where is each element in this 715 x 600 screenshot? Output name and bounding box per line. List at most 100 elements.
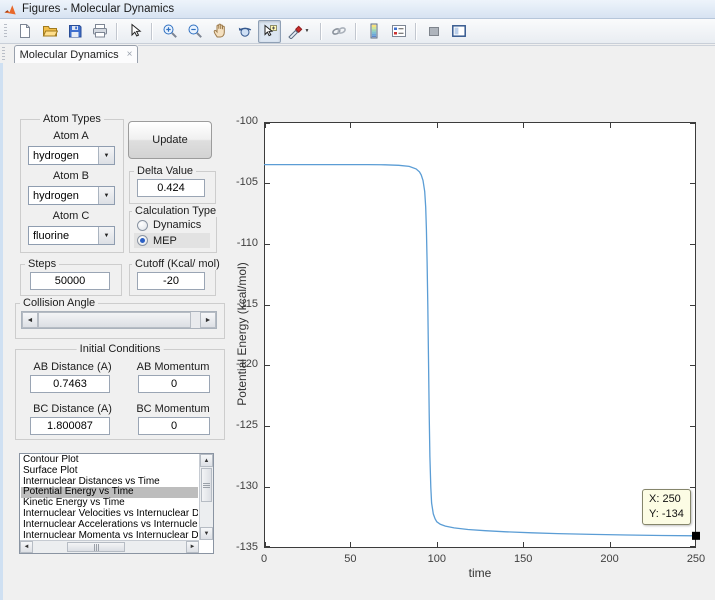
toolbar-separator [116, 23, 118, 40]
radio-mep-label: MEP [153, 235, 177, 247]
atom-c-value: fluorine [29, 227, 98, 244]
tab-label: Molecular Dynamics [20, 49, 119, 61]
zoom-in-button[interactable] [158, 20, 181, 43]
colorbar-icon [366, 23, 382, 39]
zoom-in-icon [162, 23, 178, 39]
brush-icon [287, 23, 303, 39]
bc-distance-label: BC Distance (A) [25, 403, 120, 415]
atom-types-title: Atom Types [40, 113, 104, 125]
bc-distance-input[interactable] [30, 417, 110, 435]
zoom-out-button[interactable] [183, 20, 206, 43]
radio-icon[interactable] [137, 235, 148, 246]
new-figure-button[interactable] [13, 20, 36, 43]
bc-momentum-label: BC Momentum [128, 403, 218, 415]
window-title: Figures - Molecular Dynamics [22, 3, 174, 15]
window-edge [0, 63, 3, 600]
plot-canvas[interactable] [264, 122, 696, 548]
scroll-track[interactable] [126, 541, 186, 553]
horizontal-scrollbar[interactable]: ◄ ► [20, 540, 199, 553]
plot-list-item[interactable]: Surface Plot [21, 466, 198, 477]
scroll-left-icon[interactable]: ◄ [20, 541, 33, 553]
atom-a-dropdown[interactable]: hydrogen ▼ [28, 146, 115, 165]
ab-momentum-label: AB Momentum [128, 361, 218, 373]
pointer-tool-button[interactable] [123, 20, 146, 43]
x-tick-label: 0 [244, 553, 284, 565]
title-bar[interactable]: Figures - Molecular Dynamics [0, 0, 715, 19]
scroll-right-icon[interactable]: ► [186, 541, 199, 553]
scroll-up-icon[interactable]: ▲ [200, 454, 213, 467]
save-figure-button[interactable] [63, 20, 86, 43]
scroll-track[interactable] [33, 541, 66, 553]
datatip-line: X: 250 [649, 492, 684, 507]
x-tick-label: 200 [590, 553, 630, 565]
tab-molecular-dynamics[interactable]: Molecular Dynamics × [14, 45, 138, 63]
chevron-down-icon[interactable]: ▼ [98, 227, 114, 244]
brush-data-button[interactable]: ▼ [283, 20, 315, 43]
rotate-3d-icon [237, 23, 253, 39]
tabstrip-grip[interactable] [2, 47, 5, 61]
collision-angle-slider[interactable]: ◄ ► [21, 311, 217, 329]
toolbar-separator [151, 23, 153, 40]
rotate-3d-button[interactable] [233, 20, 256, 43]
new-document-icon [17, 23, 33, 39]
legend-icon [391, 23, 407, 39]
horizontal-scroll-thumb[interactable] [67, 542, 125, 552]
bc-momentum-input[interactable] [138, 417, 210, 435]
data-tip[interactable]: X: 250Y: -134 [642, 489, 691, 525]
ab-momentum-input[interactable] [138, 375, 210, 393]
update-button[interactable]: Update [128, 121, 212, 159]
atom-c-dropdown[interactable]: fluorine ▼ [28, 226, 115, 245]
ab-distance-input[interactable] [30, 375, 110, 393]
link-chain-icon [331, 23, 347, 39]
scroll-track[interactable] [200, 503, 213, 527]
plot-list-items: Contour PlotSurface PlotInternuclear Dis… [21, 455, 198, 539]
open-file-button[interactable] [38, 20, 61, 43]
tabstrip-line [138, 45, 715, 46]
y-tick-label: -125 [222, 419, 258, 431]
slider-left-arrow-icon[interactable]: ◄ [22, 312, 38, 328]
data-cursor-icon [262, 23, 278, 39]
print-figure-button[interactable] [88, 20, 111, 43]
slider-right-arrow-icon[interactable]: ► [200, 312, 216, 328]
delta-value-input[interactable] [137, 179, 205, 197]
slider-thumb[interactable] [38, 312, 191, 328]
hide-plot-tools-button[interactable] [422, 20, 445, 43]
chevron-down-icon[interactable]: ▼ [98, 187, 114, 204]
tab-close-icon[interactable]: × [127, 49, 133, 60]
y-axis-label: Potential Energy (kcal/mol) [235, 262, 249, 405]
insert-colorbar-button[interactable] [362, 20, 385, 43]
x-axis-label: time [444, 566, 516, 580]
chevron-down-icon[interactable]: ▼ [98, 147, 114, 164]
plot-list-item[interactable]: Internuclear Momenta vs Internuclear Dis… [21, 531, 198, 539]
atom-a-value: hydrogen [29, 147, 98, 164]
radio-dynamics-label: Dynamics [153, 219, 201, 231]
plot-type-listbox[interactable]: Contour PlotSurface PlotInternuclear Dis… [19, 453, 214, 554]
data-cursor-button[interactable] [258, 20, 281, 43]
toolbar-grip[interactable] [4, 24, 7, 38]
link-plot-button[interactable] [327, 20, 350, 43]
insert-legend-button[interactable] [387, 20, 410, 43]
toolbar-separator [355, 23, 357, 40]
save-floppy-icon [67, 23, 83, 39]
cutoff-title: Cutoff (Kcal/ mol) [132, 258, 223, 270]
open-folder-icon [42, 23, 58, 39]
pan-button[interactable] [208, 20, 231, 43]
atom-b-value: hydrogen [29, 187, 98, 204]
hide-plot-tools-icon [426, 23, 442, 39]
brush-dropdown-caret-icon[interactable]: ▼ [303, 28, 311, 34]
steps-input[interactable] [30, 272, 110, 290]
radio-dynamics[interactable]: Dynamics [134, 218, 210, 232]
cutoff-input[interactable] [137, 272, 205, 290]
plot-list-item[interactable]: Internuclear Accelerations vs Internucle… [21, 520, 198, 531]
vertical-scroll-thumb[interactable] [201, 468, 212, 502]
scroll-down-icon[interactable]: ▼ [200, 527, 213, 540]
atom-b-dropdown[interactable]: hydrogen ▼ [28, 186, 115, 205]
radio-icon[interactable] [137, 220, 148, 231]
radio-mep[interactable]: MEP [134, 233, 210, 248]
y-tick-label: -110 [222, 237, 258, 249]
show-plot-tools-button[interactable] [447, 20, 470, 43]
toolbar-separator [320, 23, 322, 40]
vertical-scrollbar[interactable]: ▲ ▼ [199, 454, 213, 540]
delta-value-title: Delta Value [134, 165, 196, 177]
steps-title: Steps [25, 258, 59, 270]
